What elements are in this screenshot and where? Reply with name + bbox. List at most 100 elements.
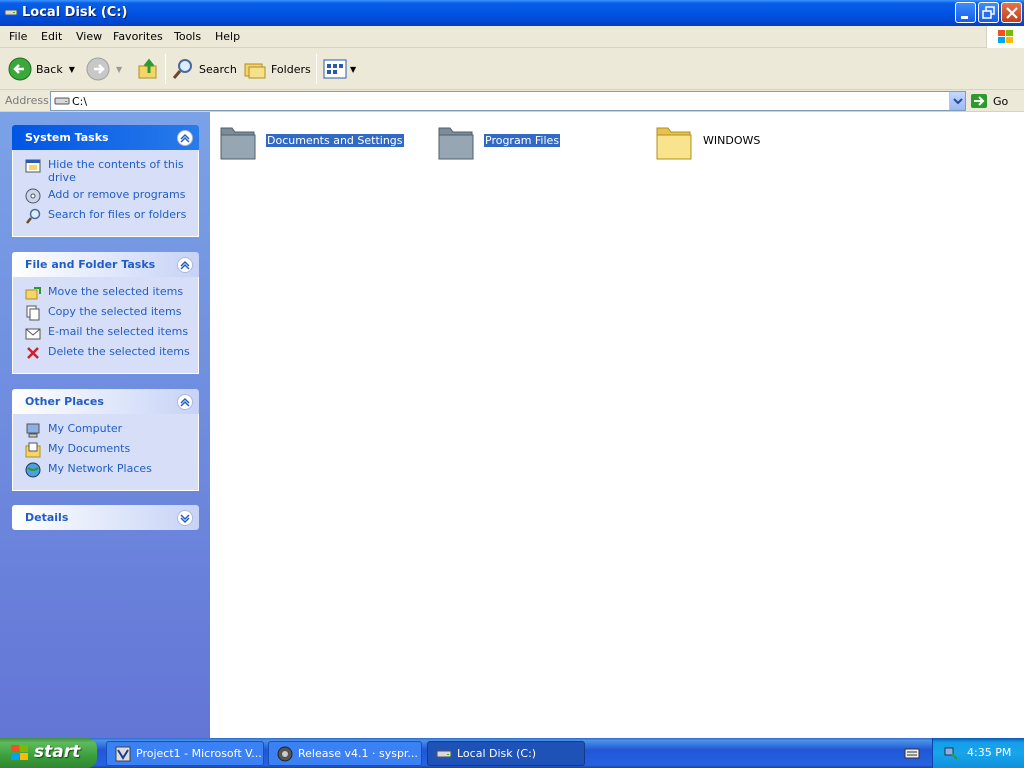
menu-edit[interactable]: Edit: [41, 30, 62, 43]
taskbar-item-project1[interactable]: Project1 - Microsoft V...: [106, 741, 264, 766]
move-icon: [25, 285, 41, 301]
place-my-network-places[interactable]: My Network Places: [25, 462, 190, 482]
menu-file[interactable]: File: [9, 30, 27, 43]
windows-logo-icon: [986, 26, 1024, 48]
address-input[interactable]: C:\: [50, 91, 966, 111]
taskbar: start Project1 - Microsoft V... Release …: [0, 738, 1024, 768]
back-arrow-icon: [8, 57, 32, 81]
folders-button[interactable]: Folders: [243, 54, 311, 84]
task-search-files[interactable]: Search for files or folders: [25, 208, 190, 228]
window-title: Local Disk (C:): [22, 5, 128, 20]
system-tasks-panel: System Tasks Hide the contents of this d…: [12, 125, 199, 237]
network-tray-icon[interactable]: [943, 745, 959, 761]
menu-bar: File Edit View Favorites Tools Help: [0, 26, 1024, 48]
collapse-icon[interactable]: [177, 130, 193, 146]
go-label: Go: [993, 94, 1009, 108]
folder-icon: [438, 127, 474, 160]
forward-button[interactable]: ▼: [86, 54, 122, 84]
menu-tools[interactable]: Tools: [174, 30, 201, 43]
hide-contents-icon: [25, 158, 41, 174]
back-dropdown-icon[interactable]: ▼: [69, 65, 75, 74]
taskbar-item-local-disk[interactable]: Local Disk (C:): [427, 741, 585, 766]
details-title: Details: [25, 511, 69, 524]
add-remove-programs-icon: [25, 188, 41, 204]
file-folder-tasks-header[interactable]: File and Folder Tasks: [12, 252, 199, 277]
my-documents-icon: [25, 442, 41, 458]
forward-arrow-icon: [86, 57, 110, 81]
start-button[interactable]: start: [0, 738, 97, 768]
address-bar: Address C:\ Go: [0, 90, 1024, 112]
other-places-header[interactable]: Other Places: [12, 389, 199, 414]
task-label: E-mail the selected items: [48, 325, 189, 338]
menu-view[interactable]: View: [76, 30, 102, 43]
back-label: Back: [36, 62, 63, 76]
forward-dropdown-icon[interactable]: ▼: [116, 65, 122, 74]
task-move-selected[interactable]: Move the selected items: [25, 285, 190, 305]
address-dropdown-icon[interactable]: [949, 92, 965, 110]
email-icon: [25, 325, 41, 341]
title-bar[interactable]: Local Disk (C:): [0, 0, 1024, 26]
task-delete-selected[interactable]: Delete the selected items: [25, 345, 190, 365]
expand-icon[interactable]: [177, 510, 193, 526]
task-hide-drive-contents[interactable]: Hide the contents of this drive: [25, 158, 190, 188]
toolbar-separator: [165, 54, 166, 84]
back-button[interactable]: Back ▼: [8, 54, 75, 84]
views-icon: [323, 59, 347, 79]
task-copy-selected[interactable]: Copy the selected items: [25, 305, 190, 325]
address-label: Address: [5, 94, 49, 107]
task-label: Project1 - Microsoft V...: [136, 747, 262, 760]
task-label: Copy the selected items: [48, 305, 182, 318]
other-places-body: My Computer My Documents My Network Plac…: [12, 414, 199, 491]
clock[interactable]: 4:35 PM: [967, 746, 1011, 759]
folders-icon: [244, 63, 266, 79]
task-label: Local Disk (C:): [457, 747, 537, 760]
file-folder-tasks-title: File and Folder Tasks: [25, 258, 156, 271]
task-label: Add or remove programs: [48, 188, 186, 201]
system-tray: 4:35 PM: [932, 738, 1024, 768]
close-button[interactable]: [1001, 2, 1022, 23]
search-icon: [25, 208, 41, 224]
folder-icon: [656, 127, 692, 160]
task-add-remove-programs[interactable]: Add or remove programs: [25, 188, 190, 208]
visual-basic-icon: [115, 746, 131, 761]
delete-icon: [25, 345, 41, 361]
details-panel: Details: [12, 505, 199, 530]
taskbar-item-release[interactable]: Release v4.1 · syspr...: [268, 741, 422, 766]
details-header[interactable]: Details: [12, 505, 199, 530]
place-my-documents[interactable]: My Documents: [25, 442, 190, 462]
minimize-button[interactable]: [955, 2, 976, 23]
task-email-selected[interactable]: E-mail the selected items: [25, 325, 190, 345]
folder-name: WINDOWS: [703, 134, 761, 147]
views-dropdown-icon[interactable]: ▼: [350, 65, 356, 74]
views-button[interactable]: ▼: [323, 54, 356, 84]
drive-icon: [54, 96, 70, 109]
toolbar: Back ▼ ▼ Search Folders ▼: [0, 48, 1024, 90]
network-places-icon: [25, 462, 41, 478]
go-arrow-icon: [971, 94, 987, 108]
search-label: Search: [199, 62, 237, 76]
menu-favorites[interactable]: Favorites: [113, 30, 163, 43]
drive-icon: [4, 6, 18, 18]
keyboard-icon[interactable]: [904, 745, 920, 761]
folder-name: Program Files: [482, 133, 562, 148]
task-label: Delete the selected items: [48, 345, 190, 358]
up-button[interactable]: [136, 54, 160, 84]
collapse-icon[interactable]: [177, 257, 193, 273]
search-button[interactable]: Search: [171, 54, 237, 84]
task-pane: System Tasks Hide the contents of this d…: [0, 112, 210, 738]
restore-button[interactable]: [978, 2, 999, 23]
task-label: Move the selected items: [48, 285, 184, 298]
collapse-icon[interactable]: [177, 394, 193, 410]
file-list-view[interactable]: Documents and Settings Program Files WIN…: [210, 112, 1024, 738]
place-label: My Computer: [48, 422, 123, 435]
windows-logo-icon: [11, 745, 28, 760]
menu-help[interactable]: Help: [215, 30, 240, 43]
address-value: C:\: [72, 95, 88, 108]
place-my-computer[interactable]: My Computer: [25, 422, 190, 442]
system-tasks-header[interactable]: System Tasks: [12, 125, 199, 150]
folder-up-icon: [138, 58, 157, 79]
other-places-panel: Other Places My Computer My Documents My…: [12, 389, 199, 491]
go-button[interactable]: Go: [970, 92, 1022, 110]
search-icon: [172, 59, 192, 79]
task-label: Release v4.1 · syspr...: [298, 747, 418, 760]
